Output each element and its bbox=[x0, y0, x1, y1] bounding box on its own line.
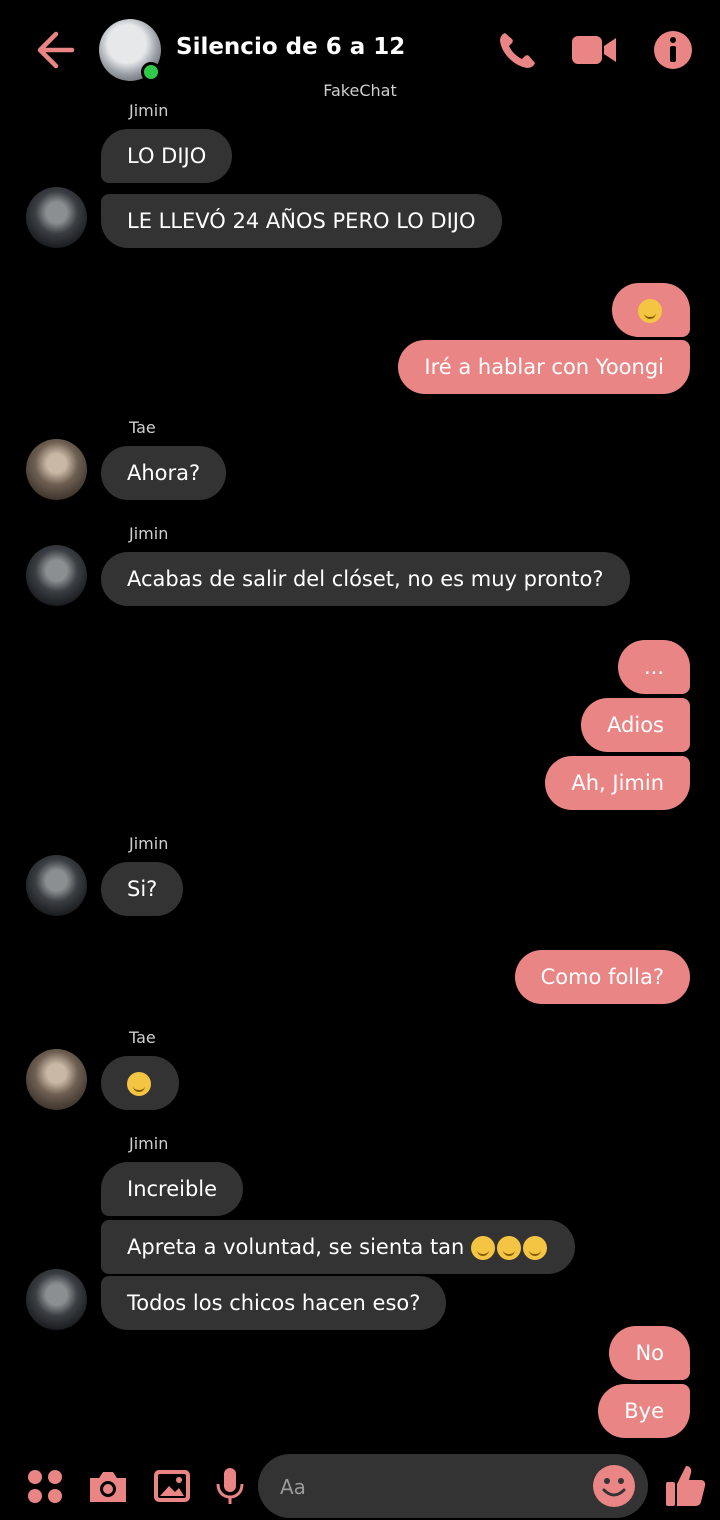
message-bubble[interactable]: LO DIJO bbox=[101, 129, 233, 183]
gallery-icon[interactable] bbox=[152, 1466, 192, 1506]
message-bubble[interactable]: Si? bbox=[101, 862, 184, 916]
avatar[interactable] bbox=[26, 1049, 87, 1110]
sender-name: Jimin bbox=[129, 1134, 169, 1153]
message-input[interactable] bbox=[278, 1454, 582, 1520]
camera-icon[interactable] bbox=[86, 1466, 130, 1506]
grinning-sweat-emoji-icon bbox=[523, 1236, 548, 1260]
sender-name: Tae bbox=[129, 1028, 156, 1047]
message-bubble[interactable]: Increible bbox=[101, 1162, 244, 1216]
message-bubble[interactable]: Iré a hablar con Yoongi bbox=[398, 340, 690, 394]
avatar[interactable] bbox=[26, 545, 87, 606]
unamused-emoji-icon bbox=[638, 299, 662, 323]
message-bubble[interactable] bbox=[612, 283, 690, 337]
microphone-icon[interactable] bbox=[214, 1466, 246, 1506]
message-input-container[interactable] bbox=[258, 1454, 648, 1520]
chat-title[interactable]: Silencio de 6 a 12 bbox=[176, 34, 405, 60]
avatar[interactable] bbox=[26, 1269, 87, 1330]
message-bubble[interactable]: LE LLEVÓ 24 AÑOS PERO LO DIJO bbox=[101, 194, 502, 248]
message-text: Apreta a voluntad, se sienta tan bbox=[127, 1235, 465, 1259]
grinning-sweat-emoji-icon bbox=[471, 1236, 496, 1260]
like-icon[interactable] bbox=[664, 1462, 706, 1508]
message-bubble[interactable]: Bye bbox=[598, 1384, 690, 1438]
info-icon[interactable] bbox=[653, 28, 693, 72]
sender-name: Jimin bbox=[129, 524, 169, 543]
message-bubble[interactable]: ... bbox=[617, 640, 690, 694]
avatar[interactable] bbox=[26, 855, 87, 916]
phone-icon[interactable] bbox=[496, 28, 540, 72]
sender-name: Jimin bbox=[129, 101, 169, 120]
apps-icon[interactable] bbox=[26, 1466, 64, 1506]
message-bubble[interactable]: No bbox=[609, 1326, 690, 1380]
message-bubble[interactable]: Adios bbox=[581, 698, 690, 752]
grinning-sweat-emoji-icon bbox=[497, 1236, 522, 1260]
emoji-icon[interactable] bbox=[592, 1464, 636, 1508]
avatar[interactable] bbox=[26, 187, 87, 248]
message-bubble[interactable]: Ahora? bbox=[101, 446, 227, 500]
shushing-emoji-icon bbox=[127, 1072, 151, 1096]
message-bubble[interactable]: Como folla? bbox=[514, 950, 690, 1004]
watermark: FakeChat bbox=[323, 81, 397, 100]
sender-name: Tae bbox=[129, 418, 156, 437]
sender-name: Jimin bbox=[129, 834, 169, 853]
message-bubble[interactable] bbox=[101, 1056, 179, 1110]
message-bubble[interactable]: Todos los chicos hacen eso? bbox=[101, 1276, 447, 1330]
back-arrow-icon[interactable] bbox=[34, 30, 76, 70]
online-status-dot bbox=[141, 62, 161, 82]
message-bubble[interactable]: Apreta a voluntad, se sienta tan bbox=[101, 1220, 576, 1274]
avatar[interactable] bbox=[26, 439, 87, 500]
video-icon[interactable] bbox=[570, 28, 618, 72]
message-bubble[interactable]: Acabas de salir del clóset, no es muy pr… bbox=[101, 552, 630, 606]
message-bubble[interactable]: Ah, Jimin bbox=[545, 756, 690, 810]
